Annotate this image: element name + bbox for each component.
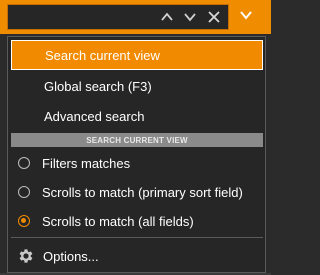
menu-item-search-current-view[interactable]: Search current view: [11, 40, 263, 70]
search-box: [7, 4, 229, 30]
search-mode-menu: Search current view Global search (F3) A…: [7, 36, 266, 273]
menu-item-label: Search current view: [45, 47, 160, 63]
chevron-down-icon: [239, 8, 253, 27]
chevron-up-icon[interactable]: [156, 5, 178, 29]
options-label: Options...: [43, 248, 99, 264]
radio-label: Filters matches: [42, 155, 131, 171]
search-menu-toggle[interactable]: [235, 5, 257, 29]
menu-item-advanced-search[interactable]: Advanced search: [11, 101, 263, 131]
menu-item-label: Global search (F3): [44, 78, 152, 94]
chevron-down-icon[interactable]: [179, 5, 201, 29]
radio-button[interactable]: [18, 157, 30, 169]
close-icon[interactable]: [203, 5, 225, 29]
radio-label: Scrolls to match (primary sort field): [42, 184, 243, 200]
gear-icon: [17, 247, 35, 265]
menu-item-global-search[interactable]: Global search (F3): [11, 71, 263, 101]
radio-label: Scrolls to match (all fields): [42, 213, 194, 229]
divider: [11, 237, 263, 238]
radio-button-selected[interactable]: [18, 215, 30, 227]
search-input[interactable]: [8, 5, 158, 29]
radio-button[interactable]: [18, 186, 30, 198]
radio-filters-matches[interactable]: Filters matches: [11, 149, 263, 177]
radio-scrolls-all-fields[interactable]: Scrolls to match (all fields): [11, 207, 263, 235]
section-header: SEARCH CURRENT VIEW: [11, 133, 263, 147]
radio-scrolls-primary-sort[interactable]: Scrolls to match (primary sort field): [11, 178, 263, 206]
menu-item-label: Advanced search: [44, 108, 145, 124]
search-toolbar: [0, 0, 271, 34]
options-button[interactable]: Options...: [11, 242, 263, 270]
